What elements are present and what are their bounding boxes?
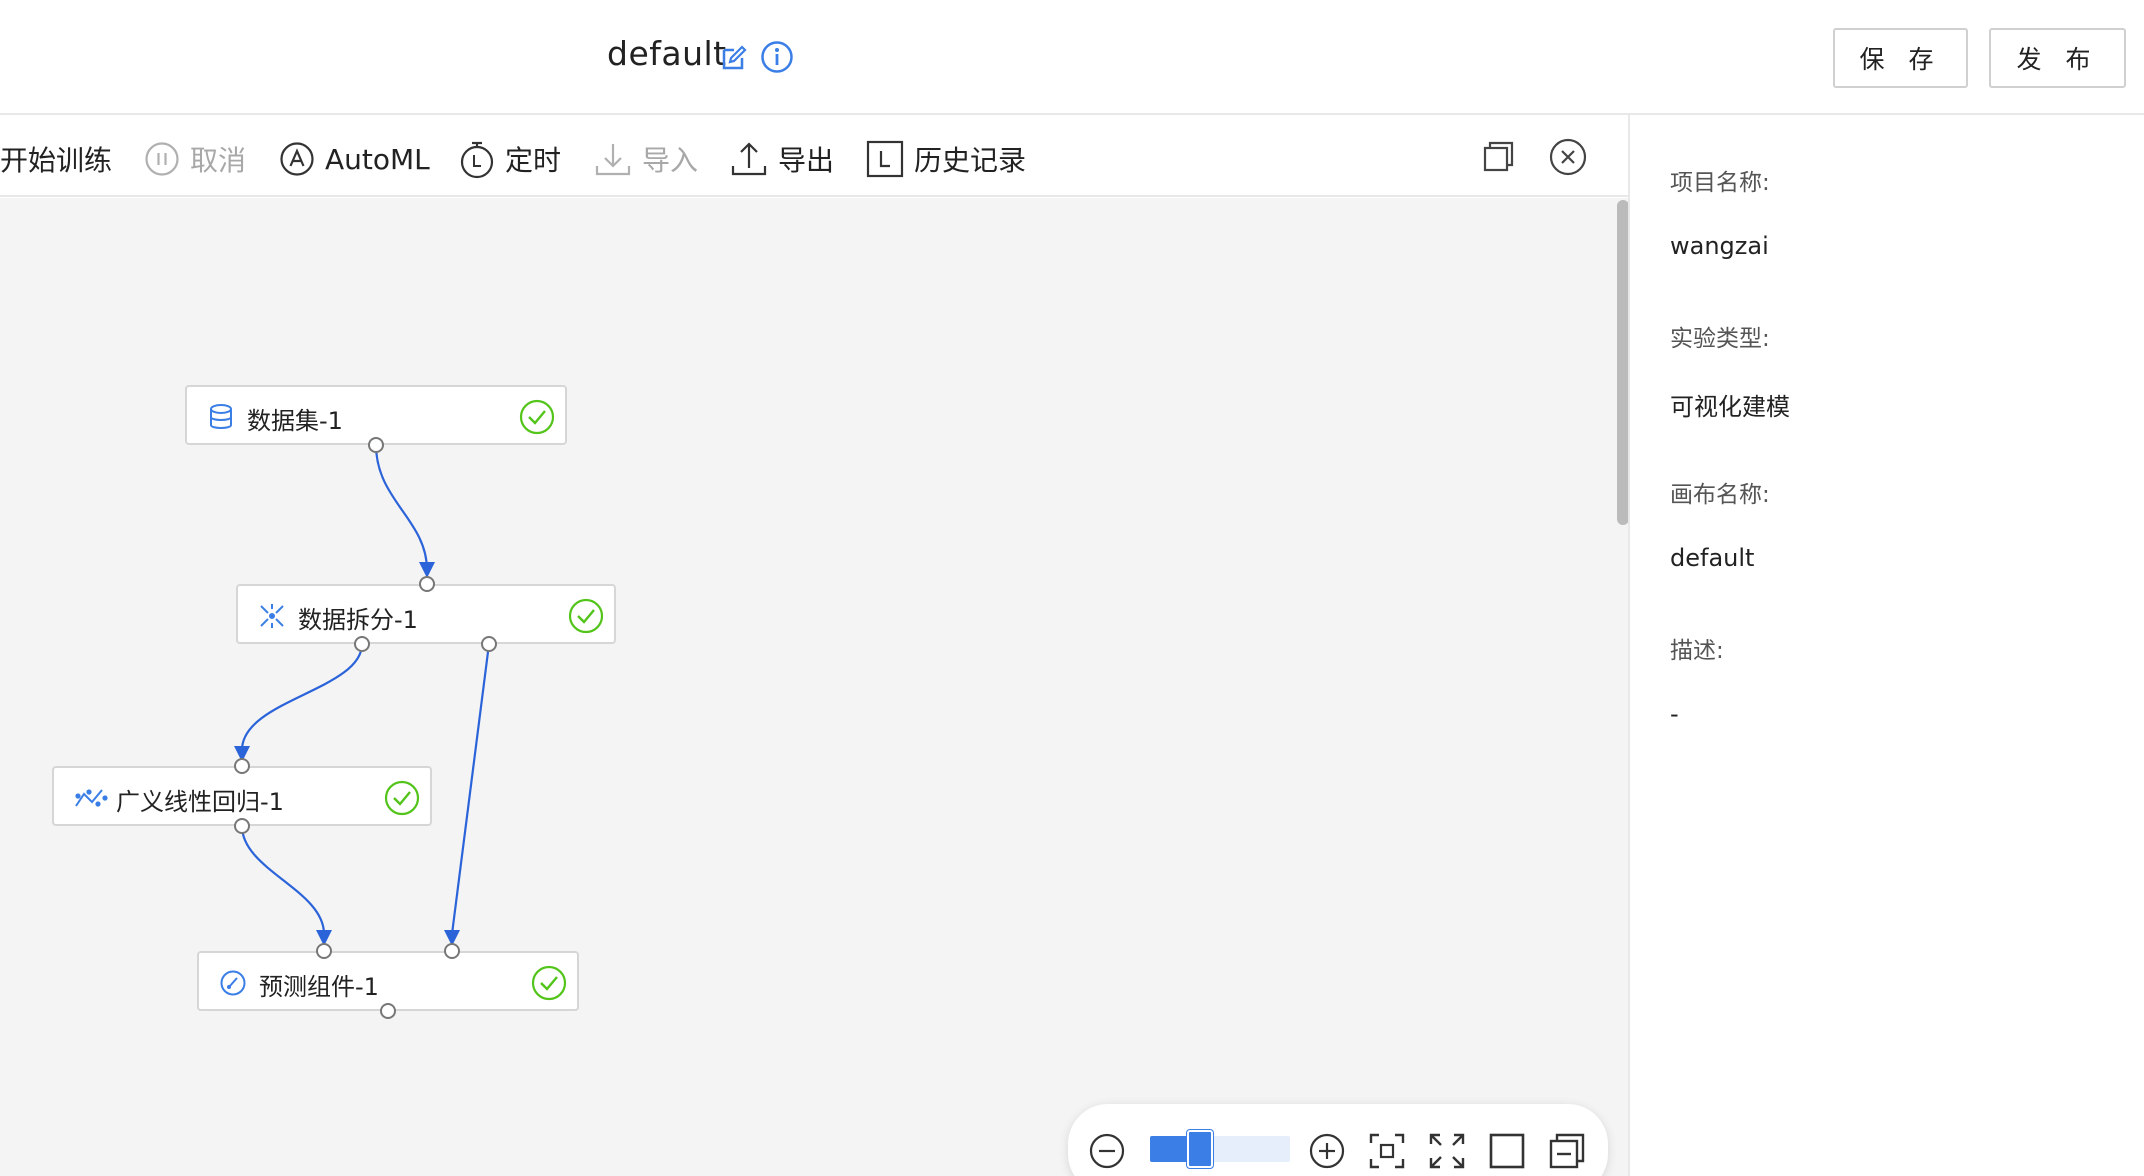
regression-icon bbox=[75, 789, 108, 807]
database-icon bbox=[210, 404, 232, 429]
schedule-label: 定时 bbox=[505, 144, 562, 177]
zoom-toolbar bbox=[1068, 1104, 1608, 1176]
zoom-in-icon[interactable] bbox=[1308, 1132, 1346, 1170]
node-data-split[interactable]: 数据拆分-1 bbox=[236, 584, 616, 644]
output-port[interactable] bbox=[368, 437, 384, 453]
predict-icon bbox=[220, 970, 246, 996]
split-icon bbox=[260, 604, 284, 628]
input-port[interactable] bbox=[419, 576, 435, 592]
download-icon bbox=[595, 144, 631, 176]
actual-size-icon[interactable] bbox=[1488, 1132, 1526, 1170]
canvas-name-label: 画布名称: bbox=[1670, 482, 1770, 508]
canvas-name-value: default bbox=[1670, 544, 1755, 572]
automl-label: AutoML bbox=[325, 142, 430, 176]
experiment-type-value: 可视化建模 bbox=[1670, 393, 1790, 421]
automl-icon bbox=[280, 142, 314, 176]
project-name-value: wangzai bbox=[1670, 232, 1769, 260]
description-label: 描述: bbox=[1670, 638, 1724, 664]
description-value: - bbox=[1670, 700, 1679, 728]
project-name-label: 项目名称: bbox=[1670, 170, 1770, 196]
workflow-editor: default 保 存 发 布 开始训练 取消 AutoML 定时 导入 导出 … bbox=[0, 0, 2144, 1176]
import-button[interactable]: 导入 bbox=[594, 139, 698, 179]
cancel-label: 取消 bbox=[190, 144, 247, 177]
workflow-canvas[interactable] bbox=[0, 198, 1618, 1176]
export-label: 导出 bbox=[778, 144, 835, 177]
properties-panel: 项目名称: wangzai 实验类型: 可视化建模 画布名称: default … bbox=[1630, 117, 2144, 1176]
header-bar: default 保 存 发 布 bbox=[0, 0, 2144, 115]
cancel-button[interactable]: 取消 bbox=[144, 139, 246, 179]
node-glm-regression[interactable]: 广义线性回归-1 bbox=[52, 766, 432, 826]
save-button[interactable]: 保 存 bbox=[1833, 28, 1968, 88]
node-label: 数据拆分-1 bbox=[298, 606, 418, 634]
experiment-type-label: 实验类型: bbox=[1670, 326, 1770, 352]
upload-icon bbox=[731, 142, 767, 176]
output-port-left[interactable] bbox=[354, 636, 370, 652]
history-icon bbox=[866, 140, 904, 178]
history-button[interactable]: 历史记录 bbox=[866, 139, 1026, 179]
close-icon[interactable] bbox=[1548, 137, 1588, 177]
info-icon[interactable] bbox=[760, 40, 794, 74]
node-label: 广义线性回归-1 bbox=[116, 788, 284, 816]
export-button[interactable]: 导出 bbox=[730, 139, 834, 179]
edit-icon[interactable] bbox=[720, 44, 748, 72]
input-port[interactable] bbox=[234, 758, 250, 774]
timer-icon bbox=[460, 141, 494, 179]
fullscreen-icon[interactable] bbox=[1428, 1132, 1466, 1170]
automl-button[interactable]: AutoML bbox=[279, 139, 430, 179]
zoom-slider-handle[interactable] bbox=[1187, 1130, 1213, 1168]
input-port-right[interactable] bbox=[444, 943, 460, 959]
publish-button[interactable]: 发 布 bbox=[1989, 28, 2126, 88]
node-label: 预测组件-1 bbox=[259, 973, 379, 1001]
zoom-out-icon[interactable] bbox=[1088, 1132, 1126, 1170]
input-port-left[interactable] bbox=[316, 943, 332, 959]
output-port-right[interactable] bbox=[481, 636, 497, 652]
output-port[interactable] bbox=[380, 1003, 396, 1019]
toolbar: 开始训练 取消 AutoML 定时 导入 导出 历史记录 bbox=[0, 117, 1628, 197]
fit-view-icon[interactable] bbox=[1368, 1132, 1406, 1170]
success-check-icon bbox=[531, 965, 567, 1001]
node-predict[interactable]: 预测组件-1 bbox=[197, 951, 579, 1011]
schedule-button[interactable]: 定时 bbox=[459, 139, 561, 179]
start-train-label: 开始训练 bbox=[0, 144, 113, 177]
node-dataset[interactable]: 数据集-1 bbox=[185, 385, 567, 445]
minimap-icon[interactable] bbox=[1548, 1132, 1586, 1170]
success-check-icon bbox=[568, 598, 604, 634]
success-check-icon bbox=[384, 780, 420, 816]
import-label: 导入 bbox=[642, 144, 699, 177]
output-port[interactable] bbox=[234, 818, 250, 834]
success-check-icon bbox=[519, 399, 555, 435]
start-train-button[interactable]: 开始训练 bbox=[0, 139, 112, 179]
pause-icon bbox=[145, 142, 179, 176]
node-label: 数据集-1 bbox=[247, 407, 343, 435]
history-label: 历史记录 bbox=[914, 144, 1027, 177]
page-title: default bbox=[607, 34, 727, 73]
copy-icon[interactable] bbox=[1483, 141, 1515, 173]
